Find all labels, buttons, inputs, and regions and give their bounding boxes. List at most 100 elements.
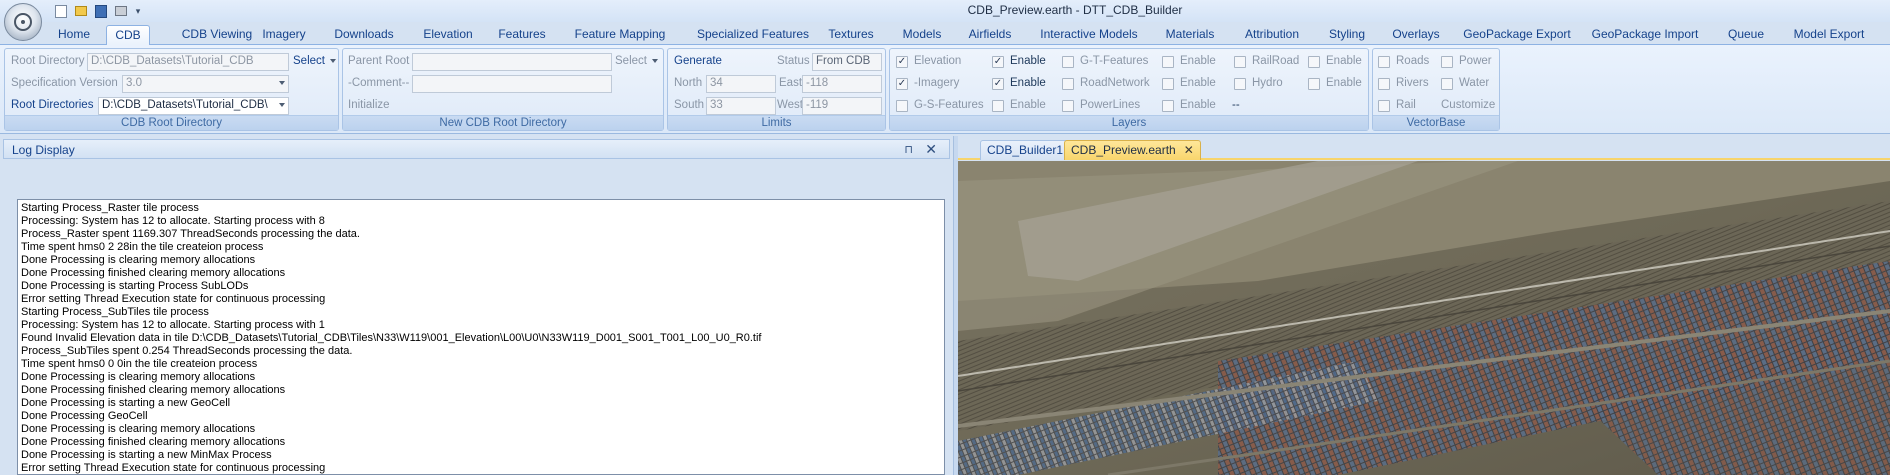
log-line: Done Processing is clearing memory alloc… — [21, 423, 256, 435]
power-label: Power — [1459, 55, 1492, 67]
tab-feature-mapping[interactable]: Feature Mapping — [569, 25, 671, 45]
elevation-enable-label: Enable — [1010, 55, 1046, 67]
log-line: Error setting Thread Execution state for… — [21, 293, 326, 305]
g-s-features-label: G-S-Features — [914, 99, 984, 111]
water-checkbox[interactable] — [1441, 78, 1453, 90]
rail-label: Rail — [1396, 99, 1416, 111]
rail-checkbox[interactable] — [1378, 100, 1390, 112]
tab-textures[interactable]: Textures — [825, 25, 877, 45]
tab-features[interactable]: Features — [496, 25, 548, 45]
specification-version-select[interactable]: 3.0 — [122, 75, 289, 93]
rivers-checkbox[interactable] — [1378, 78, 1390, 90]
root-directory-label: Root Directory — [11, 55, 85, 67]
imagery-checkbox[interactable]: ✓ — [896, 78, 908, 90]
new-cdb-root-directory-group: Parent Root Select -Comment-- Initialize… — [342, 48, 664, 131]
log-line: Error setting Thread Execution state for… — [21, 462, 326, 474]
roads-checkbox[interactable] — [1378, 56, 1390, 68]
tab-geopackage-export[interactable]: GeoPackage Export — [1462, 25, 1572, 45]
g-t-features-enable-checkbox[interactable] — [1162, 56, 1174, 68]
north-input[interactable]: 34 — [706, 75, 776, 93]
close-tab-icon[interactable]: ✕ — [1184, 141, 1194, 160]
comment-input[interactable] — [412, 75, 612, 93]
g-t-features-enable-label: Enable — [1180, 55, 1216, 67]
parent-root-input[interactable] — [412, 53, 612, 71]
tab-cdb[interactable]: CDB — [106, 25, 150, 46]
root-directories-select[interactable]: D:\CDB_Datasets\Tutorial_CDB\ — [98, 97, 289, 115]
tab-model-export[interactable]: Model Export — [1785, 25, 1873, 45]
generate-button[interactable]: Generate — [674, 55, 722, 67]
log-display-header: Log Display ⊓ ✕ — [3, 139, 950, 159]
railroad-enable-checkbox[interactable] — [1308, 56, 1320, 68]
tab-imagery[interactable]: Imagery — [256, 25, 312, 45]
tab-overlays[interactable]: Overlays — [1388, 25, 1444, 45]
tab-styling[interactable]: Styling — [1322, 25, 1372, 45]
window-title: CDB_Preview.earth - DTT_CDB_Builder — [967, 3, 1183, 17]
pin-icon[interactable]: ⊓ — [904, 143, 913, 156]
specification-version-value: 3.0 — [126, 77, 142, 89]
tab-elevation[interactable]: Elevation — [418, 25, 478, 45]
tab-airfields[interactable]: Airfields — [965, 25, 1015, 45]
initialize-button[interactable]: Initialize — [348, 99, 390, 111]
imagery-enable-checkbox[interactable]: ✓ — [992, 78, 1004, 90]
specification-version-label: Specification Version — [11, 77, 118, 89]
tab-queue[interactable]: Queue — [1718, 25, 1774, 45]
log-line: Time spent hms0 0 0in the tile createion… — [21, 358, 258, 370]
tab-cdb-preview-earth[interactable]: CDB_Preview.earth ✕ — [1064, 140, 1201, 160]
tab-materials[interactable]: Materials — [1160, 25, 1220, 45]
ribbon-tabs: Home CDB CDB Viewing Imagery Downloads E… — [0, 22, 1890, 46]
rivers-label: Rivers — [1396, 77, 1429, 89]
root-directory-select-button[interactable]: Select — [293, 55, 336, 67]
layers-extra-value: -- — [1232, 99, 1240, 111]
status-value: From CDB — [812, 53, 882, 71]
log-line: Done Processing is starting Process SubL… — [21, 280, 249, 292]
limits-group-label: Limits — [668, 115, 885, 130]
roadnetwork-checkbox[interactable] — [1062, 78, 1074, 90]
elevation-checkbox[interactable]: ✓ — [896, 56, 908, 68]
east-input[interactable]: -118 — [802, 75, 882, 93]
map-viewport[interactable] — [958, 161, 1890, 475]
powerlines-checkbox[interactable] — [1062, 100, 1074, 112]
customize-button[interactable]: Customize — [1441, 99, 1495, 111]
power-checkbox[interactable] — [1441, 56, 1453, 68]
application-menu-button[interactable] — [4, 3, 42, 41]
document-tabs: CDB_Builder1 CDB_Preview.earth ✕ — [958, 136, 1890, 160]
g-s-features-enable-checkbox[interactable] — [992, 100, 1004, 112]
status-label: Status — [777, 55, 810, 67]
water-label: Water — [1459, 77, 1490, 89]
log-line: Done Processing is clearing memory alloc… — [21, 371, 256, 383]
tab-geopackage-import[interactable]: GeoPackage Import — [1590, 25, 1700, 45]
roadnetwork-enable-checkbox[interactable] — [1162, 78, 1174, 90]
tab-specialized-features[interactable]: Specialized Features — [690, 25, 816, 45]
ribbon-panel: Root Directory D:\CDB_Datasets\Tutorial_… — [0, 45, 1890, 134]
root-directory-input[interactable]: D:\CDB_Datasets\Tutorial_CDB — [87, 53, 289, 71]
g-s-features-checkbox[interactable] — [896, 100, 908, 112]
south-input[interactable]: 33 — [706, 97, 776, 115]
west-label: West — [777, 99, 803, 111]
west-input[interactable]: -119 — [802, 97, 882, 115]
log-line: Starting Process_Raster tile process — [21, 202, 199, 214]
layers-group: ✓ Elevation ✓ Enable G-T-Features Enable… — [889, 48, 1369, 131]
tab-cdb-builder1[interactable]: CDB_Builder1 — [980, 140, 1071, 160]
north-label: North — [674, 77, 703, 89]
elevation-enable-checkbox[interactable]: ✓ — [992, 56, 1004, 68]
parent-root-select-button[interactable]: Select — [615, 55, 658, 67]
powerlines-enable-checkbox[interactable] — [1162, 100, 1174, 112]
tab-downloads[interactable]: Downloads — [329, 25, 399, 45]
chevron-down-icon — [279, 81, 285, 85]
g-t-features-checkbox[interactable] — [1062, 56, 1074, 68]
east-label: East — [779, 77, 803, 89]
app-logo-icon — [14, 13, 32, 31]
tab-home[interactable]: Home — [52, 25, 96, 45]
imagery-label: -Imagery — [914, 77, 960, 89]
railroad-checkbox[interactable] — [1234, 56, 1246, 68]
tab-interactive-models[interactable]: Interactive Models — [1035, 25, 1143, 45]
hydro-checkbox[interactable] — [1234, 78, 1246, 90]
powerlines-label: PowerLines — [1080, 99, 1141, 111]
close-icon[interactable]: ✕ — [925, 141, 937, 157]
tab-attribution[interactable]: Attribution — [1241, 25, 1303, 45]
hydro-enable-checkbox[interactable] — [1308, 78, 1320, 90]
root-directories-label: Root Directories — [11, 99, 94, 111]
log-text-area[interactable]: Starting Process_Raster tile process Pro… — [17, 199, 945, 475]
log-line: Done Processing GeoCell — [21, 410, 148, 422]
tab-models[interactable]: Models — [898, 25, 946, 45]
